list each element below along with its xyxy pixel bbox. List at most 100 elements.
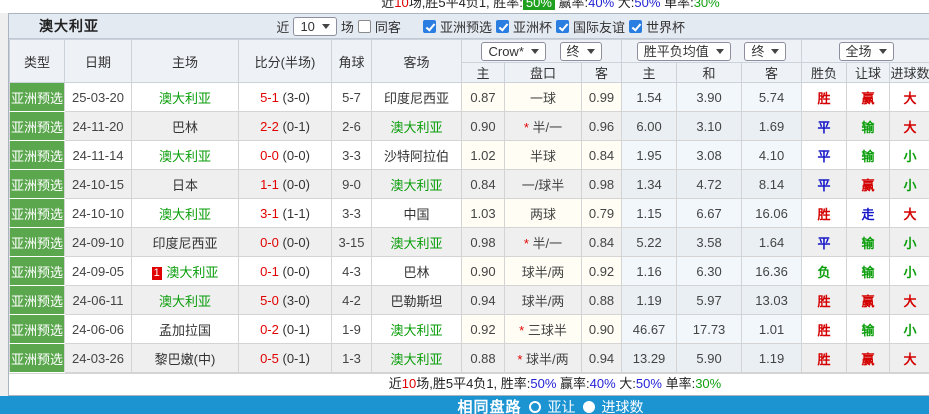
filter-label-friendly[interactable]: 国际友谊 [573,17,625,36]
league-type: 亚洲预选 [10,344,65,373]
euro-home-odds: 1.95 [622,141,677,170]
euro-draw-odds: 5.97 [677,286,742,315]
match-score: 0-5 (0-1) [239,344,332,373]
table-row: 亚洲预选 24-11-20 巴林 2-2 (0-1) 2-6 澳大利亚 0.90… [10,112,929,141]
same-away-checkbox[interactable] [358,20,371,33]
home-team-name: 澳大利亚 [159,91,211,106]
filter-checkbox-friendly[interactable] [556,20,569,33]
col-header-type: 类型 [10,40,65,83]
full-time-score: 5-0 [260,293,279,308]
euro-final-select-value: 终 [751,44,764,59]
asian-home-odds: 1.02 [462,141,505,170]
match-date: 25-03-20 [65,83,132,112]
home-team: 印度尼西亚 [132,228,239,257]
games-label: 场 [341,17,354,36]
euro-home-odds: 13.29 [622,344,677,373]
away-team: 中国 [372,199,462,228]
home-team: 孟加拉国 [132,315,239,344]
asian-away-odds: 0.98 [582,170,622,199]
clipped-previous-stats-strip: 近10场,胜5平4负1, 胜率:50% 赢率:40% 大:50% 单率:30% [0,0,929,13]
table-row: 亚洲预选 24-06-11 澳大利亚 5-0 (3-0) 4-2 巴勒斯坦 0.… [10,286,929,315]
result-goals: 小 [890,170,929,199]
match-date: 24-10-10 [65,199,132,228]
away-team-name: 印度尼西亚 [384,91,449,106]
home-team: 澳大利亚 [132,83,239,112]
asian-away-odds: 0.99 [582,83,622,112]
league-type: 亚洲预选 [10,141,65,170]
asian-handicap-line: * 半/一 [505,228,582,257]
league-type: 亚洲预选 [10,315,65,344]
asian-handicap-radio-label[interactable]: 亚让 [548,397,576,414]
chevron-down-icon [531,49,539,54]
subcol-euro-home: 主 [622,63,677,83]
handicap-change-star: * [524,236,529,251]
corners: 1-3 [332,344,372,373]
home-team: 澳大利亚 [132,199,239,228]
goals-radio[interactable] [583,401,595,413]
euro-away-odds: 1.64 [742,228,802,257]
filter-label-world-cup[interactable]: 世界杯 [646,17,685,36]
asian-away-odds: 0.84 [582,228,622,257]
goals-radio-label[interactable]: 进球数 [602,397,644,414]
result-goals: 大 [890,286,929,315]
col-header-away: 客场 [372,40,462,83]
league-type: 亚洲预选 [10,257,65,286]
asian-handicap-line: 半球 [505,141,582,170]
home-team: 1 澳大利亚 [132,257,239,286]
euro-away-odds: 1.01 [742,315,802,344]
result-handicap: 输 [847,228,890,257]
asian-home-odds: 0.90 [462,257,505,286]
asian-final-select[interactable]: 终 [560,42,602,61]
table-row: 亚洲预选 24-09-05 1 澳大利亚 0-1 (0-0) 4-3 巴林 0.… [10,257,929,286]
handicap-text: 两球 [530,207,556,222]
full-time-score: 0-0 [260,235,279,250]
result-goals: 大 [890,83,929,112]
home-team-name: 黎巴嫩(中) [155,352,216,367]
euro-away-odds: 1.69 [742,112,802,141]
bookmaker-select[interactable]: Crow* [481,42,545,61]
filter-controls: 近 10 场 同客 亚洲预选 亚洲杯 国际友谊 世界杯 [276,17,685,36]
result-handicap: 赢 [847,83,890,112]
result-winloss: 胜 [802,83,847,112]
stat-segment: 50% [636,376,662,391]
games-count-value: 10 [300,19,314,34]
away-team-name: 澳大利亚 [390,236,442,251]
asian-home-odds: 0.88 [462,344,505,373]
euro-odds-type-select[interactable]: 胜平负均值 [637,42,731,61]
handicap-text: 半/一 [533,236,563,251]
home-team: 日本 [132,170,239,199]
subcol-euro-away: 客 [742,63,802,83]
away-team-name: 澳大利亚 [390,352,442,367]
half-time-score: (1-1) [282,206,309,221]
filter-checkbox-asian-cup[interactable] [496,20,509,33]
half-time-score: (0-1) [282,322,309,337]
full-time-score: 3-1 [260,206,279,221]
filter-checkbox-world-cup[interactable] [629,20,642,33]
stat-segment: 10 [394,0,408,10]
asian-away-odds: 0.90 [582,315,622,344]
home-team: 澳大利亚 [132,286,239,315]
handicap-change-star: * [524,120,529,135]
result-goals: 大 [890,344,929,373]
filter-checkbox-asian-qualifiers[interactable] [423,20,436,33]
games-count-select[interactable]: 10 [293,17,336,36]
stat-segment: 10 [402,376,416,391]
filter-label-asian-qualifiers[interactable]: 亚洲预选 [440,17,492,36]
asian-handicap-radio[interactable] [529,401,541,413]
col-header-corners: 角球 [332,40,372,83]
corners: 9-0 [332,170,372,199]
euro-draw-odds: 17.73 [677,315,742,344]
euro-final-select[interactable]: 终 [744,42,786,61]
result-handicap: 输 [847,141,890,170]
result-handicap: 走 [847,199,890,228]
filter-label-asian-cup[interactable]: 亚洲杯 [513,17,552,36]
match-scope-select[interactable]: 全场 [839,42,894,61]
same-away-label[interactable]: 同客 [375,17,401,36]
corners: 4-3 [332,257,372,286]
away-team: 巴勒斯坦 [372,286,462,315]
euro-draw-odds: 4.72 [677,170,742,199]
col-header-date: 日期 [65,40,132,83]
euro-away-odds: 1.19 [742,344,802,373]
team-history-panel: 澳大利亚 近 10 场 同客 亚洲预选 亚洲杯 国际友谊 世界杯 [8,13,929,396]
half-time-score: (3-0) [282,90,309,105]
